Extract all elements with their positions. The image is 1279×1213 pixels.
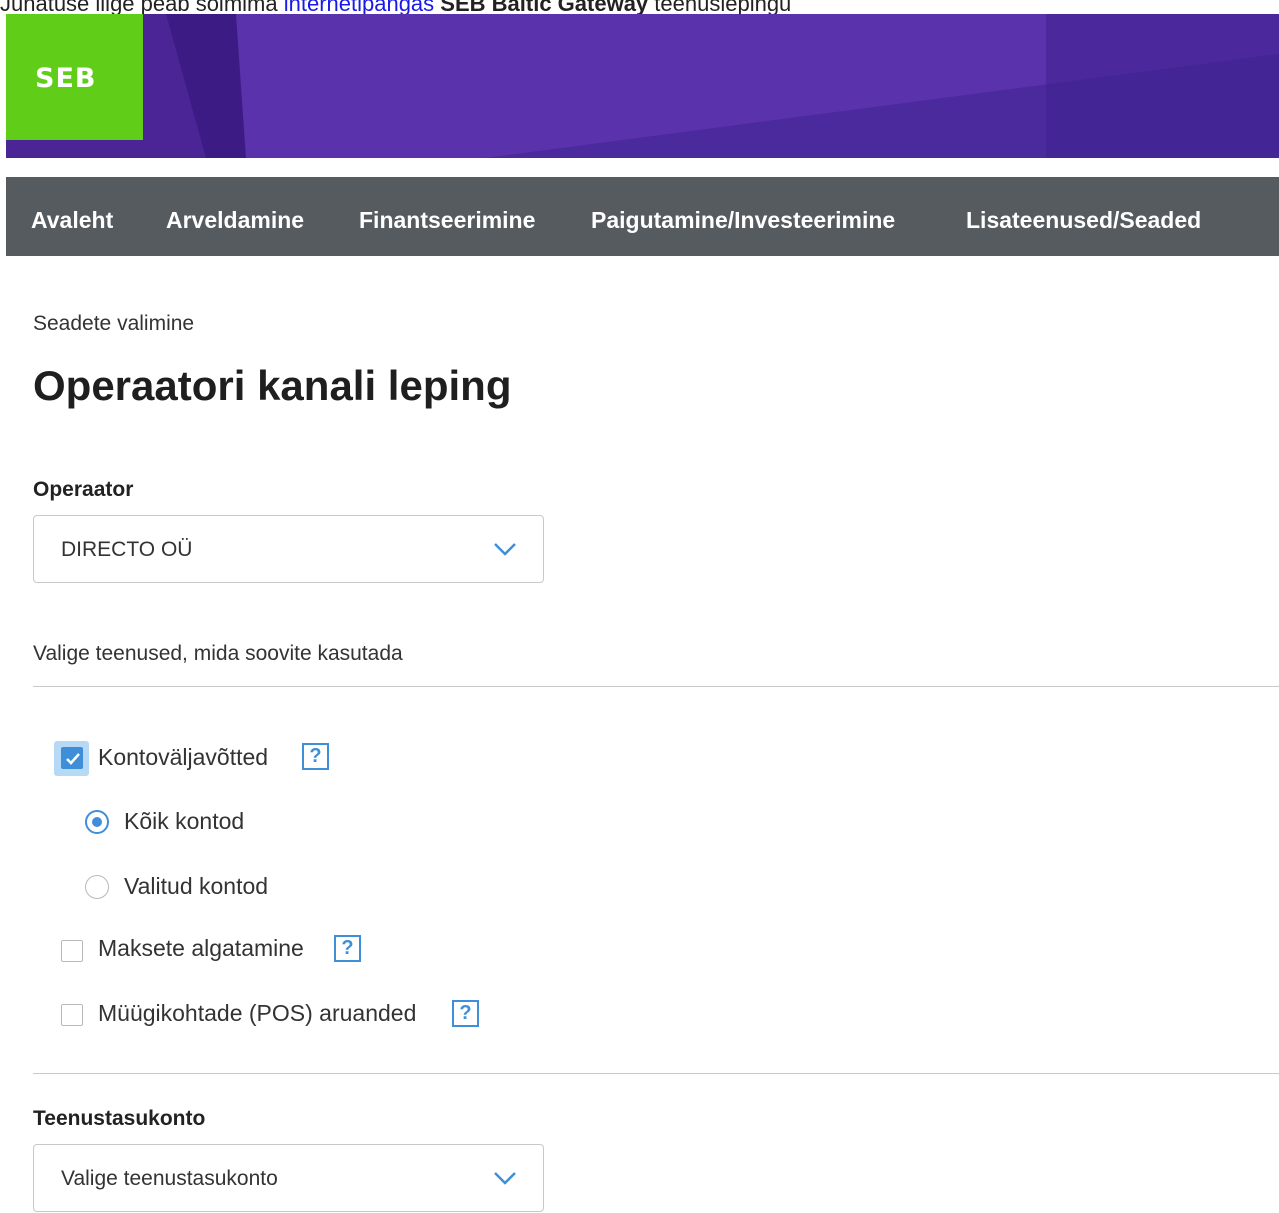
payments-label: Maksete algatamine [98, 935, 304, 961]
chevron-down-icon [494, 1172, 516, 1185]
fee-account-label: Teenustasukonto [33, 1107, 206, 1130]
nav-item-arveldamine[interactable]: Arveldamine [166, 177, 304, 256]
help-icon[interactable]: ? [452, 1000, 479, 1027]
statements-checkbox[interactable] [61, 747, 83, 769]
operator-value: DIRECTO OÜ [61, 538, 193, 561]
nav-item-finantseerimine[interactable]: Finantseerimine [359, 177, 535, 256]
pos-checkbox[interactable] [61, 1004, 83, 1026]
radio-all-accounts-label: Kõik kontod [124, 808, 245, 834]
header-banner [6, 14, 1279, 158]
fee-account-placeholder: Valige teenustasukonto [61, 1167, 278, 1190]
statements-label: Kontoväljavõtted [98, 744, 269, 770]
nav-item-avaleht[interactable]: Avaleht [31, 177, 113, 256]
page-title: Operaatori kanali leping [33, 362, 512, 409]
seb-logo[interactable]: SEB [6, 14, 143, 140]
fee-account-select[interactable]: Valige teenustasukonto [33, 1144, 544, 1212]
breadcrumb: Seadete valimine [33, 312, 195, 335]
radio-selected-accounts-label: Valitud kontod [124, 873, 269, 899]
operator-label: Operaator [33, 478, 134, 501]
divider [33, 686, 1279, 687]
check-icon [66, 753, 80, 765]
radio-all-accounts[interactable] [85, 810, 109, 834]
help-icon[interactable]: ? [302, 743, 329, 770]
payments-checkbox[interactable] [61, 940, 83, 962]
nav-item-paigutamine[interactable]: Paigutamine/Investeerimine [591, 177, 895, 256]
services-hint: Valige teenused, mida soovite kasutada [33, 642, 403, 665]
main-nav: Avaleht Arveldamine Finantseerimine Paig… [6, 177, 1279, 256]
radio-selected-accounts[interactable] [85, 875, 109, 899]
logo-text: SEB [35, 62, 97, 94]
pos-label: Müügikohtade (POS) aruanded [98, 1000, 417, 1026]
banner-decoration [166, 14, 1279, 158]
nav-item-lisateenused[interactable]: Lisateenused/Seaded [966, 177, 1201, 256]
chevron-down-icon [494, 543, 516, 556]
operator-select[interactable]: DIRECTO OÜ [33, 515, 544, 583]
help-icon[interactable]: ? [334, 935, 361, 962]
divider [33, 1073, 1279, 1074]
